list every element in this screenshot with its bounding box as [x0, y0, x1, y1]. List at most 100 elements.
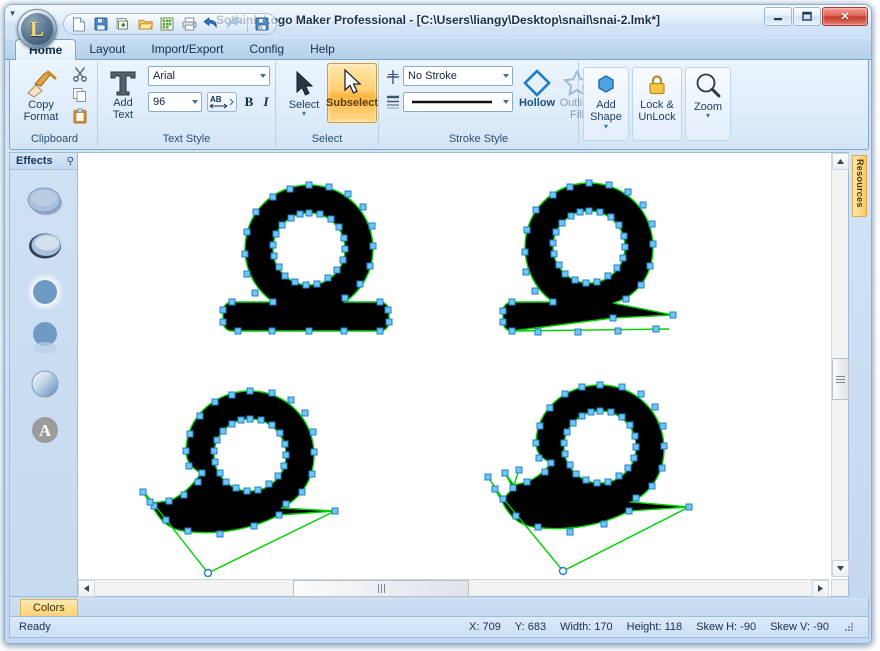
font-size-value: 96	[153, 96, 166, 108]
vertical-scroll-thumb[interactable]	[832, 358, 849, 400]
stroke-width-combo[interactable]	[403, 92, 513, 112]
effect-gradient-bevel[interactable]	[24, 363, 66, 405]
tab-config[interactable]: Config	[236, 39, 297, 60]
resources-panel-tab[interactable]: Resources	[852, 155, 867, 217]
save-icon[interactable]	[91, 15, 111, 34]
metric-value-x: 709	[482, 621, 501, 633]
lock-label-1: Lock &	[640, 99, 674, 111]
stroke-type-combo[interactable]: No Stroke	[403, 66, 513, 86]
application-menu-orb[interactable]: L	[17, 9, 57, 49]
resources-tab-label: Resources	[855, 159, 865, 208]
add-text-button[interactable]: Add Text	[103, 65, 143, 122]
hollow-label: Hollow	[518, 97, 556, 109]
status-metrics: X: 709 Y: 683 Width: 170 Height: 118 Ske…	[469, 621, 868, 634]
subselect-button[interactable]: Subselect	[326, 63, 378, 123]
metric-label-skew-h: Skew H:	[696, 621, 738, 633]
application-window: Sothink Logo Maker Professional - [C:\Us…	[4, 4, 872, 644]
ribbon-group-stroke-style: No Stroke Hollow Outline Fill Stroke Sty…	[379, 61, 594, 147]
zoom-chevron-icon[interactable]: ▾	[706, 112, 710, 120]
font-family-combo[interactable]: Arial	[148, 66, 270, 86]
font-size-combo[interactable]: 96	[148, 92, 202, 112]
quick-access-toolbar: fx	[63, 13, 277, 35]
letter-spacing-button[interactable]: AB	[207, 92, 237, 112]
paintbrush-icon	[27, 70, 57, 98]
lock-icon	[649, 75, 665, 95]
statusbar: Ready X: 709 Y: 683 Width: 170 Height: 1…	[9, 616, 869, 638]
add-text-label-1: Add	[113, 97, 133, 109]
metric-label-x: X:	[469, 621, 480, 633]
metric-label-height: Height:	[626, 621, 662, 633]
new-window-icon[interactable]	[113, 15, 133, 34]
stroke-preview-line	[412, 100, 492, 104]
tab-import-export[interactable]: Import/Export	[138, 39, 236, 60]
svg-text:fx: fx	[259, 25, 263, 31]
status-metric-height: Height: 118	[627, 621, 682, 633]
italic-button[interactable]: I	[258, 92, 274, 112]
open-folder-icon[interactable]	[135, 15, 155, 34]
print-icon[interactable]	[179, 15, 199, 34]
new-file-icon[interactable]	[69, 15, 89, 34]
hollow-button[interactable]: Hollow	[517, 65, 557, 110]
anchor-point-handle	[558, 566, 568, 576]
scissors-icon	[73, 67, 87, 82]
ribbon-group-select: Select ▾ Subselect Select	[276, 61, 379, 147]
pin-icon[interactable]: ⚲	[67, 156, 74, 167]
design-canvas[interactable]	[78, 153, 829, 577]
group-label-text-style: Text Style	[162, 133, 211, 145]
effect-drop-shadow[interactable]	[24, 179, 66, 221]
select-button[interactable]: Select ▾	[282, 65, 326, 118]
save-as-icon[interactable]: fx	[252, 15, 272, 34]
zoom-button[interactable]: Zoom ▾	[685, 67, 731, 141]
effects-panel-header: Effects ⚲	[10, 153, 77, 170]
metric-value-y: 683	[527, 621, 547, 633]
canvas-horizontal-scrollbar[interactable]	[78, 579, 829, 597]
resize-grip[interactable]	[843, 621, 856, 634]
bold-button[interactable]: B	[241, 92, 257, 112]
canvas-vertical-scrollbar[interactable]	[831, 153, 849, 577]
status-message: Ready	[19, 621, 51, 633]
maximize-button[interactable]	[793, 7, 821, 26]
stroke-width-icon	[387, 95, 399, 109]
tab-layout[interactable]: Layout	[76, 39, 138, 60]
add-shape-chevron-icon[interactable]: ▾	[604, 123, 608, 131]
hexagon-shape-icon	[598, 75, 614, 93]
select-dropdown-chevron-icon[interactable]: ▾	[302, 110, 306, 118]
lock-unlock-button[interactable]: Lock & UnLock	[632, 67, 682, 141]
copy-button[interactable]	[70, 85, 90, 105]
redo-icon[interactable]	[223, 15, 243, 34]
effect-text-mask[interactable]: A	[24, 409, 66, 451]
tab-colors[interactable]: Colors	[20, 599, 78, 616]
stroke-type-value: No Stroke	[408, 70, 457, 82]
close-button[interactable]: ✕	[822, 7, 868, 26]
snail-logo-bottom-right	[484, 381, 693, 576]
stroke-width-icon-button[interactable]	[383, 92, 403, 112]
qat-customize-chevron-icon[interactable]: ▾	[5, 5, 20, 21]
minimize-button[interactable]	[764, 7, 792, 26]
undo-icon[interactable]	[201, 15, 221, 34]
group-label-stroke-style: Stroke Style	[448, 133, 509, 145]
svg-text:A: A	[39, 421, 52, 440]
scroll-right-button[interactable]	[812, 580, 829, 597]
arrow-cursor-icon	[296, 70, 314, 96]
effect-inner-shadow[interactable]	[24, 225, 66, 267]
scroll-thumb-grip	[836, 375, 845, 384]
snail-logo-top-left	[219, 181, 393, 335]
scroll-up-button[interactable]	[832, 153, 849, 170]
add-shape-button[interactable]: Add Shape ▾	[583, 67, 629, 141]
scroll-thumb-grip	[377, 584, 385, 593]
effect-glow[interactable]	[24, 271, 66, 313]
horizontal-scroll-thumb[interactable]	[293, 580, 469, 597]
stroke-type-icon-button[interactable]	[383, 67, 403, 87]
orb-inner: L	[21, 13, 53, 45]
scroll-down-button[interactable]	[832, 560, 849, 577]
scroll-left-button[interactable]	[78, 580, 95, 597]
effects-panel-title: Effects	[16, 155, 53, 167]
copy-format-button[interactable]: Copy Format	[15, 65, 67, 124]
cut-button[interactable]	[70, 64, 90, 84]
metric-label-skew-v: Skew V:	[770, 621, 811, 633]
effect-reflection[interactable]	[24, 317, 66, 359]
add-shape-label-1: Add	[596, 99, 616, 111]
paste-button[interactable]	[70, 106, 90, 126]
export-image-icon[interactable]	[157, 15, 177, 34]
tab-help[interactable]: Help	[297, 39, 348, 60]
